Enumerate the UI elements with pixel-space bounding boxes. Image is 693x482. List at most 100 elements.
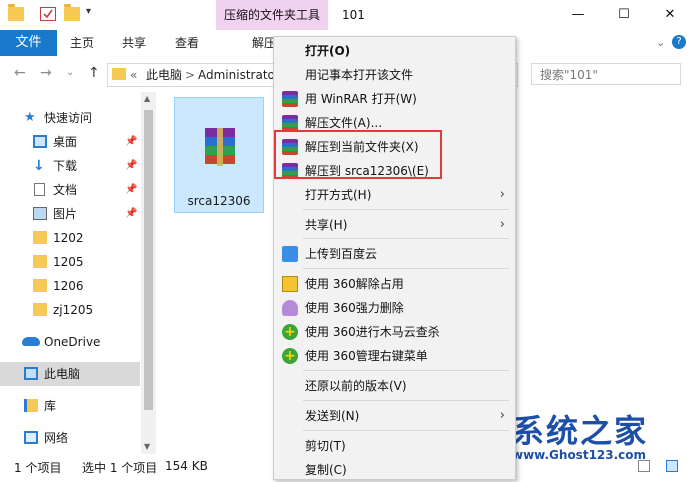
file-srca12306[interactable]: srca12306 bbox=[174, 97, 264, 213]
nav-desktop[interactable]: 桌面 📌 bbox=[0, 130, 140, 154]
folder-icon[interactable] bbox=[8, 4, 24, 21]
nav-downloads[interactable]: ↓ 下载 📌 bbox=[0, 154, 140, 178]
menu-360-trojan-scan[interactable]: + 使用 360进行木马云查杀 bbox=[274, 320, 515, 344]
compressed-folder-tools-tab[interactable]: 压缩的文件夹工具 bbox=[216, 0, 328, 30]
menu-restore-versions[interactable]: 还原以前的版本(V) bbox=[274, 374, 515, 398]
menu-label: 用 WinRAR 打开(W) bbox=[305, 92, 417, 106]
minimize-button[interactable]: — bbox=[555, 0, 601, 30]
folder-icon bbox=[33, 279, 47, 292]
forward-button[interactable]: → bbox=[40, 65, 52, 81]
tab-view[interactable]: 查看 bbox=[175, 30, 199, 56]
title-bar: ▾ 压缩的文件夹工具 101 — ☐ ✕ bbox=[0, 0, 693, 30]
menu-separator bbox=[303, 209, 509, 210]
maximize-button[interactable]: ☐ bbox=[601, 0, 647, 30]
baidu-cloud-icon bbox=[282, 246, 298, 262]
nav-folder-1205[interactable]: 1205 bbox=[0, 250, 140, 274]
watermark-title: 系统之家 bbox=[512, 412, 649, 450]
scroll-up-icon[interactable]: ▲ bbox=[144, 94, 150, 103]
nav-label: 文档 bbox=[53, 183, 78, 197]
menu-label: 上传到百度云 bbox=[305, 247, 378, 261]
menu-send-to[interactable]: 发送到(N) › bbox=[274, 404, 515, 428]
menu-label: 复制(C) bbox=[305, 463, 347, 477]
folder-icon bbox=[33, 231, 47, 244]
nav-scrollbar[interactable]: ▲ ▼ bbox=[141, 92, 156, 454]
customize-quick-access-icon[interactable]: ▾ bbox=[86, 6, 91, 17]
search-input[interactable]: 搜索"101" bbox=[531, 63, 681, 85]
menu-label: 打开方式(H) bbox=[305, 188, 372, 202]
menu-label: 使用 360强力删除 bbox=[305, 301, 404, 315]
breadcrumb-this-pc[interactable]: 此电脑 bbox=[146, 64, 182, 86]
nav-quick-access[interactable]: ★ 快速访问 bbox=[0, 106, 140, 130]
document-icon bbox=[34, 183, 45, 196]
close-button[interactable]: ✕ bbox=[647, 0, 693, 30]
new-folder-icon[interactable] bbox=[64, 4, 80, 21]
item-count: 1 个项目 bbox=[14, 461, 62, 475]
breadcrumb-administrator[interactable]: Administrato bbox=[198, 64, 275, 86]
pin-icon[interactable]: 📌 bbox=[125, 178, 137, 202]
nav-libraries[interactable]: 库 bbox=[0, 394, 140, 418]
menu-separator bbox=[303, 238, 509, 239]
tab-share[interactable]: 共享 bbox=[122, 30, 146, 56]
network-icon bbox=[24, 431, 38, 444]
file-name: srca12306 bbox=[187, 194, 251, 208]
nav-label: 快速访问 bbox=[44, 111, 93, 125]
menu-open-notepad[interactable]: 用记事本打开该文件 bbox=[274, 63, 515, 87]
nav-folder-zj1205[interactable]: zj1205 bbox=[0, 298, 140, 322]
folder-icon bbox=[33, 303, 47, 316]
menu-open[interactable]: 打开(O) bbox=[274, 39, 515, 63]
watermark-url: www.Ghost123.com bbox=[512, 448, 647, 462]
menu-upload-baidu[interactable]: 上传到百度云 bbox=[274, 242, 515, 266]
menu-360-unlock[interactable]: 使用 360解除占用 bbox=[274, 272, 515, 296]
recent-locations-button[interactable]: ⌄ bbox=[66, 67, 74, 78]
menu-separator bbox=[303, 370, 509, 371]
nav-folder-1202[interactable]: 1202 bbox=[0, 226, 140, 250]
menu-separator bbox=[303, 268, 509, 269]
menu-separator bbox=[303, 430, 509, 431]
properties-icon[interactable] bbox=[40, 7, 56, 21]
nav-label: 桌面 bbox=[53, 135, 78, 149]
navigation-pane: ★ 快速访问 桌面 📌 ↓ 下载 📌 文档 📌 图片 📌 1202 1205 1… bbox=[0, 92, 156, 454]
pin-icon[interactable]: 📌 bbox=[125, 130, 137, 154]
360-shredder-icon bbox=[282, 300, 298, 316]
nav-network[interactable]: 网络 bbox=[0, 426, 140, 450]
tab-home[interactable]: 主页 bbox=[70, 30, 94, 56]
menu-copy[interactable]: 复制(C) bbox=[274, 458, 515, 482]
folder-icon bbox=[112, 68, 126, 80]
menu-label: 使用 360进行木马云查杀 bbox=[305, 325, 440, 339]
nav-folder-1206[interactable]: 1206 bbox=[0, 274, 140, 298]
window-title: 101 bbox=[342, 8, 365, 22]
nav-this-pc[interactable]: 此电脑 bbox=[0, 362, 140, 386]
back-button[interactable]: ← bbox=[14, 65, 26, 81]
scroll-down-icon[interactable]: ▼ bbox=[144, 442, 150, 451]
library-icon bbox=[24, 399, 38, 412]
nav-documents[interactable]: 文档 📌 bbox=[0, 178, 140, 202]
menu-winrar-open[interactable]: 用 WinRAR 打开(W) bbox=[274, 87, 515, 111]
nav-label: 1205 bbox=[53, 255, 84, 269]
menu-360-force-delete[interactable]: 使用 360强力删除 bbox=[274, 296, 515, 320]
nav-pictures[interactable]: 图片 📌 bbox=[0, 202, 140, 226]
menu-label: 使用 360解除占用 bbox=[305, 277, 404, 291]
nav-label: 图片 bbox=[53, 207, 78, 221]
tab-file[interactable]: 文件 bbox=[0, 30, 57, 56]
red-highlight-box bbox=[274, 130, 442, 179]
cloud-icon bbox=[22, 337, 40, 346]
menu-open-with[interactable]: 打开方式(H) › bbox=[274, 183, 515, 207]
menu-label: 剪切(T) bbox=[305, 439, 346, 453]
up-button[interactable]: ↑ bbox=[88, 65, 100, 81]
overflow-icon[interactable]: « bbox=[130, 64, 137, 86]
menu-label: 发送到(N) bbox=[305, 409, 360, 423]
nav-onedrive[interactable]: OneDrive bbox=[0, 330, 140, 354]
menu-cut[interactable]: 剪切(T) bbox=[274, 434, 515, 458]
menu-share[interactable]: 共享(H) › bbox=[274, 213, 515, 237]
menu-360-manage-menu[interactable]: + 使用 360管理右键菜单 bbox=[274, 344, 515, 368]
menu-label: 用记事本打开该文件 bbox=[305, 68, 414, 82]
large-icons-view-icon[interactable] bbox=[666, 460, 678, 472]
menu-separator bbox=[303, 400, 509, 401]
breadcrumb-separator[interactable]: > bbox=[185, 64, 195, 86]
pin-icon[interactable]: 📌 bbox=[125, 154, 137, 178]
menu-label: 共享(H) bbox=[305, 218, 348, 232]
scrollbar-thumb[interactable] bbox=[144, 110, 153, 410]
expand-ribbon-icon[interactable]: ⌄ bbox=[656, 36, 665, 49]
help-icon[interactable]: ? bbox=[672, 35, 686, 49]
pin-icon[interactable]: 📌 bbox=[125, 202, 137, 226]
